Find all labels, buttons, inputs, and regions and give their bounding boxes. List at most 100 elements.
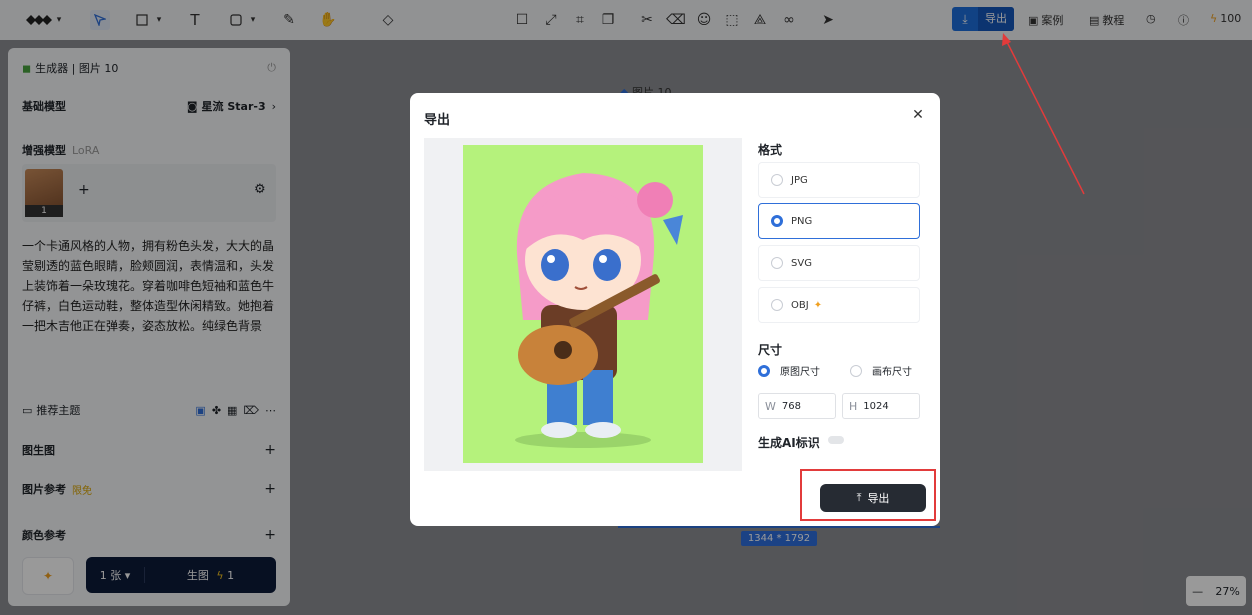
size-options: 原图尺寸 画布尺寸 — [758, 363, 912, 378]
tutorial-label: 教程 — [1102, 14, 1125, 27]
lora-box: 1 + ⚙ — [22, 164, 276, 222]
credits-badge[interactable]: ϟ 100 — [1210, 12, 1241, 25]
text-tool-icon[interactable]: T — [185, 10, 205, 30]
panel-bottom-bar: ✦ 1 张 ▾ 生图 ϟ 1 — [22, 557, 276, 595]
annotation-highlight-box — [800, 469, 936, 521]
add-lora-icon[interactable]: + — [78, 182, 90, 198]
add-icon[interactable]: + — [264, 527, 276, 543]
width-field[interactable]: W 768 — [758, 393, 836, 419]
zoom-control[interactable]: — 27% — [1186, 576, 1246, 606]
preview-image — [463, 145, 703, 463]
send-icon[interactable]: ➤ — [818, 10, 838, 30]
radio-icon — [771, 257, 783, 269]
add-icon[interactable]: + — [264, 442, 276, 458]
toolbar-export-button[interactable]: ⤓ 导出 — [952, 7, 1014, 31]
ai-mark-toggle[interactable] — [828, 436, 844, 444]
shape-tool-icon[interactable] — [226, 10, 246, 30]
recommend-label: 推荐主题 — [36, 404, 81, 417]
format-option-jpg[interactable]: JPG — [758, 162, 920, 198]
img-ref-row[interactable]: 图片参考 限免 + — [22, 481, 276, 497]
export-dialog: 导出 ✕ 格式 JPG PNG SVG OBJ ✦ 尺寸 原图尺寸 画布尺寸 W… — [410, 93, 940, 526]
frame-tool-icon[interactable] — [132, 10, 152, 30]
radio-icon[interactable] — [850, 364, 862, 377]
recommend-action-icon[interactable]: ▣ — [195, 404, 205, 417]
original-size-label[interactable]: 原图尺寸 — [780, 363, 820, 378]
base-model-row[interactable]: 基础模型 ◙ 星流 Star-3 › — [22, 98, 276, 114]
layers-icon[interactable]: ❐ — [598, 10, 618, 30]
img2img-row[interactable]: 图生图 + — [22, 442, 276, 458]
generator-panel: ◼ 生成器 | 图片 10 ⏻ 基础模型 ◙ 星流 Star-3 › 增强模型 … — [8, 48, 290, 606]
edit-icon[interactable]: ☐ — [512, 10, 532, 30]
format-png-label: PNG — [791, 215, 813, 227]
dialog-title: 导出 — [424, 113, 451, 128]
clock-icon: ◷ — [1146, 12, 1156, 25]
format-option-obj[interactable]: OBJ ✦ — [758, 287, 920, 323]
radio-selected-icon[interactable] — [758, 364, 770, 377]
pin-button[interactable]: ✦ — [22, 557, 74, 595]
base-model-value: 星流 Star-3 — [201, 100, 266, 113]
tutorial-button[interactable]: ▤ 教程 — [1089, 12, 1124, 28]
chevron-down-icon[interactable]: ▾ — [54, 10, 64, 30]
close-icon[interactable]: ✕ — [910, 107, 926, 123]
generate-button[interactable]: 1 张 ▾ 生图 ϟ 1 — [86, 557, 276, 593]
hand-tool-icon[interactable]: ✋ — [318, 10, 338, 30]
color-ref-row[interactable]: 颜色参考 + — [22, 527, 276, 543]
size-label: 尺寸 — [758, 343, 783, 357]
zoom-out-button[interactable]: — — [1192, 585, 1203, 598]
scissors-icon[interactable]: ✂ — [637, 10, 657, 30]
recommend-row: ▭ 推荐主题 ▣ ✤ ▦ ⌦ ⋯ — [22, 402, 276, 418]
radio-icon — [771, 299, 783, 311]
logo-icon[interactable] — [22, 10, 56, 30]
lightning-icon: ϟ — [216, 569, 224, 582]
radio-selected-icon — [771, 215, 783, 227]
help-button[interactable]: ⓘ — [1178, 12, 1189, 28]
gallery-icon[interactable]: ▦ — [227, 404, 237, 417]
free-badge: 限免 — [72, 485, 92, 497]
book-icon: ▤ — [1089, 13, 1100, 27]
export-preview — [424, 138, 742, 471]
count-selector[interactable]: 1 张 ▾ — [86, 567, 145, 583]
chevron-down-icon[interactable]: ▾ — [248, 10, 258, 30]
eraser-tool-icon[interactable]: ◇ — [378, 10, 398, 30]
lora-count: 1 — [25, 205, 63, 217]
more-icon[interactable]: ⋯ — [265, 404, 276, 417]
expand-icon[interactable]: ⤢ — [541, 10, 561, 30]
width-key: W — [765, 399, 776, 413]
add-icon[interactable]: + — [264, 481, 276, 497]
model-icon: ◙ — [186, 99, 198, 113]
size-tag: 1344 * 1792 — [741, 531, 817, 546]
color-ref-label: 颜色参考 — [22, 529, 66, 542]
case-button[interactable]: ▣ 案例 — [1028, 12, 1063, 28]
select-tool-icon[interactable] — [90, 10, 110, 30]
pen-tool-icon[interactable]: ✎ — [279, 10, 299, 30]
shuffle-icon[interactable]: ✤ — [212, 404, 221, 417]
canvas-size-label[interactable]: 画布尺寸 — [872, 363, 912, 378]
count-label: 1 张 — [99, 569, 122, 582]
radio-icon — [771, 174, 783, 186]
crop-icon[interactable]: ⌗ — [570, 10, 590, 30]
enhance-model-row: 增强模型 LoRA — [22, 142, 276, 158]
panel-header-text: 生成器 | 图片 10 — [35, 62, 119, 75]
format-option-png[interactable]: PNG — [758, 203, 920, 239]
lasso-icon[interactable]: ∞ — [779, 10, 799, 30]
height-field[interactable]: H 1024 — [842, 393, 920, 419]
magic-select-icon[interactable]: ⬚ — [722, 10, 742, 30]
bookmark-icon: ▭ — [22, 403, 33, 417]
pin-icon: ✦ — [42, 569, 54, 583]
history-button[interactable]: ◷ — [1146, 12, 1156, 25]
image-icon: ▣ — [1028, 13, 1039, 27]
face-icon[interactable]: ☺ — [694, 10, 714, 30]
generate-label-group: 生图 ϟ 1 — [145, 567, 276, 583]
erase-icon[interactable]: ⌫ — [666, 10, 686, 30]
lora-thumbnail[interactable]: 1 — [25, 169, 63, 217]
chevron-down-icon[interactable]: ▾ — [154, 10, 164, 30]
format-jpg-label: JPG — [791, 174, 808, 186]
ai-mark-label: 生成AI标识 — [758, 436, 820, 450]
zoom-value: 27% — [1215, 584, 1240, 598]
settings-sliders-icon[interactable]: ⚙ — [254, 182, 266, 197]
trash-icon[interactable]: ⌦ — [243, 404, 259, 417]
blend-icon[interactable]: ⟁ — [750, 10, 770, 30]
prompt-text[interactable]: 一个卡通风格的人物，拥有粉色头发，大大的晶莹剔透的蓝色眼睛，脸颊圆润，表情温和，… — [22, 236, 278, 336]
format-option-svg[interactable]: SVG — [758, 245, 920, 281]
power-icon[interactable]: ⏻ — [267, 61, 276, 75]
